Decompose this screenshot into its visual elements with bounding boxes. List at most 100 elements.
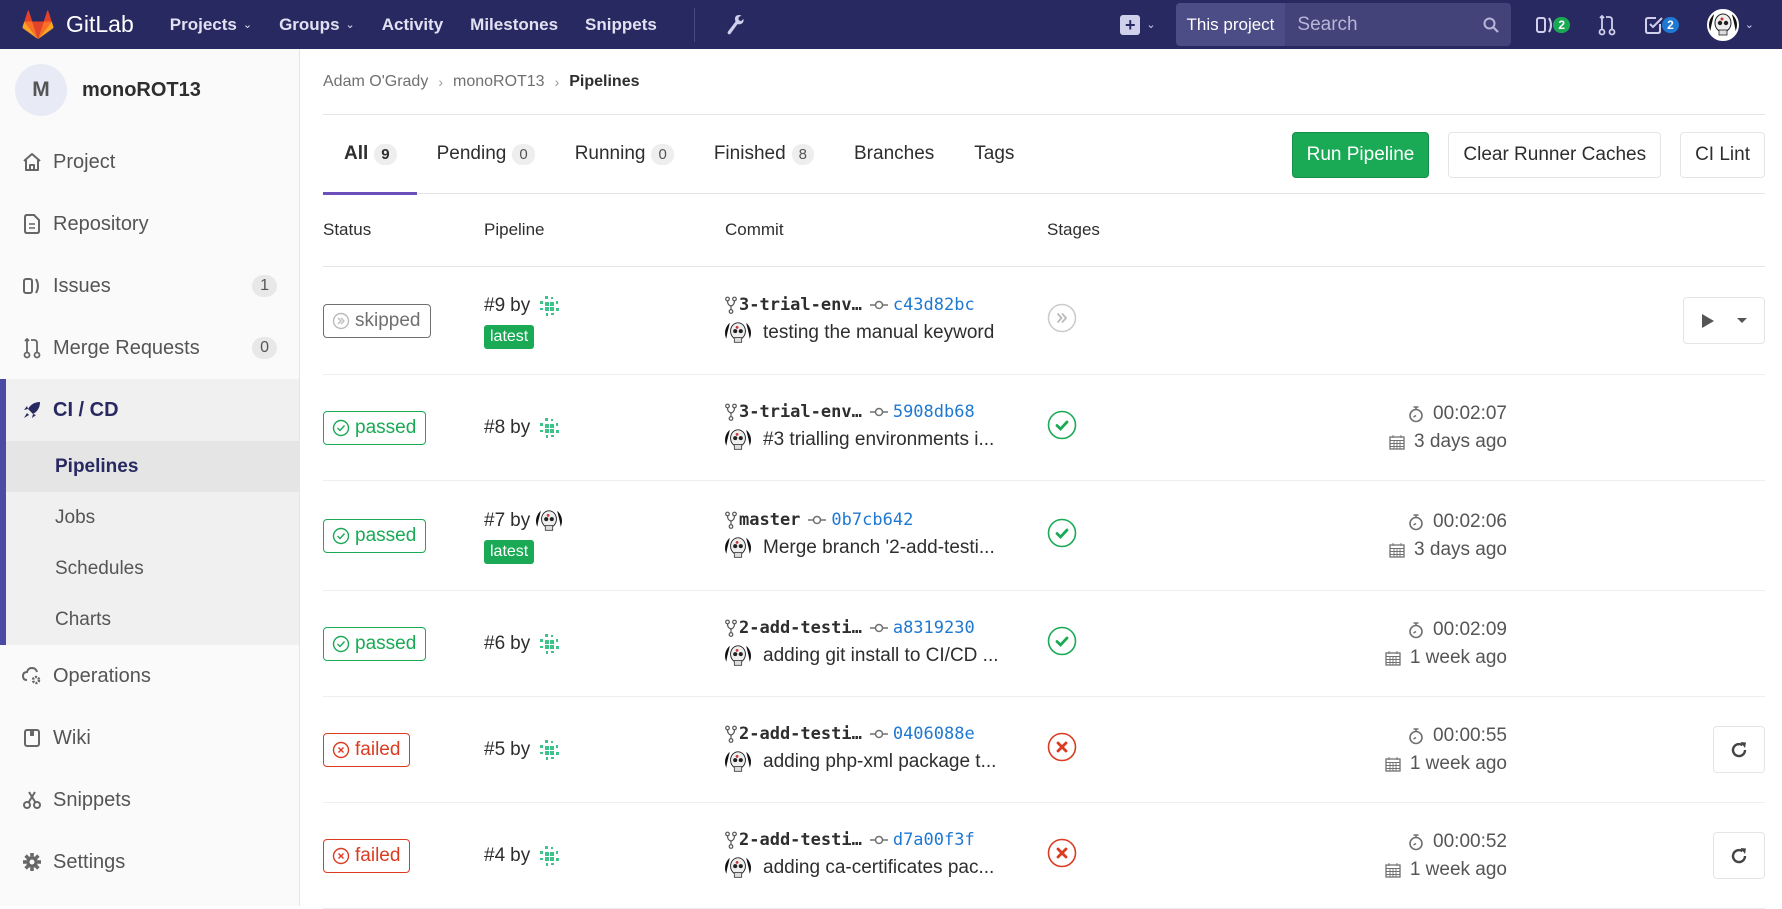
search-input[interactable] [1285,3,1472,46]
status-badge[interactable]: passed [323,410,427,445]
sidebar-item-project[interactable]: Project [0,131,299,193]
nav-issues-button[interactable]: 2 [1535,15,1571,35]
commit-sha-link[interactable]: c43d82bc [893,295,975,315]
stage-passed-icon[interactable] [1047,626,1077,656]
branch-link[interactable]: 3-trial-env… [739,402,862,422]
commit-title-link[interactable]: #3 trialling environments i... [763,429,994,451]
commit-author-avatar[interactable] [725,427,751,453]
branch-icon [725,403,737,421]
commit-author-avatar[interactable] [725,643,751,669]
tab-pending[interactable]: Pending 0 [417,115,555,194]
sidebar-item-wiki[interactable]: Wiki [0,707,299,769]
new-dropdown-button[interactable]: + ⌄ [1120,14,1156,35]
triggerer-avatar[interactable] [536,631,562,657]
run-pipeline-button[interactable]: Run Pipeline [1291,131,1430,178]
user-menu-button[interactable]: ⌄ [1706,8,1754,41]
stage-status-button[interactable] [1047,732,1077,766]
retry-pipeline-button[interactable] [1713,832,1765,879]
status-badge[interactable]: passed [323,518,427,553]
branch-link[interactable]: 2-add-testi… [739,724,862,744]
commit-title-link[interactable]: testing the manual keyword [763,322,994,344]
manual-actions-dropdown[interactable] [1683,297,1765,344]
triggerer-avatar[interactable] [536,293,562,319]
nav-snippets[interactable]: Snippets [585,15,657,35]
tab-all[interactable]: All 9 [323,115,417,195]
sidebar-item-settings[interactable]: Settings [0,831,299,893]
pipeline-id-link[interactable]: #4 [484,845,505,867]
sidebar-item-merge-requests[interactable]: Merge Requests 0 [0,317,299,379]
tab-branches[interactable]: Branches [834,115,954,194]
pipeline-id-link[interactable]: #9 [484,295,505,317]
commit-sha-link[interactable]: 5908db68 [893,402,975,422]
nav-milestones[interactable]: Milestones [470,15,558,35]
nav-merge-requests-button[interactable] [1598,14,1616,36]
commit-title-link[interactable]: adding php-xml package t... [763,751,996,773]
sidebar-item-issues[interactable]: Issues 1 [0,255,299,317]
triggerer-avatar[interactable] [536,415,562,441]
sidebar-item-snippets[interactable]: Snippets [0,769,299,831]
stage-status-button[interactable] [1047,626,1077,660]
commit-author-avatar[interactable] [725,749,751,775]
triggerer-avatar[interactable] [536,737,562,763]
commit-sha-link[interactable]: a8319230 [893,618,975,638]
triggerer-avatar[interactable] [536,507,563,534]
stage-passed-icon[interactable] [1047,410,1077,440]
stage-passed-icon[interactable] [1047,518,1077,548]
sidebar-subitem-pipelines[interactable]: Pipelines [6,441,299,492]
search-scope[interactable]: This project [1175,3,1286,46]
pipeline-id-link[interactable]: #8 [484,417,505,439]
commit-title-link[interactable]: adding git install to CI/CD ... [763,645,999,667]
pipeline-id-link[interactable]: #7 [484,510,505,532]
tab-running[interactable]: Running 0 [555,115,694,194]
sidebar-subitem-schedules[interactable]: Schedules [6,543,299,594]
nav-todos-button[interactable]: 2 [1644,15,1679,35]
gitlab-logo[interactable]: GitLab [22,9,134,40]
tab-tags[interactable]: Tags [954,115,1034,194]
branch-link[interactable]: 2-add-testi… [739,830,862,850]
nav-groups[interactable]: Groups ⌄ [279,15,355,35]
nav-activity[interactable]: Activity [382,15,443,35]
clear-runner-caches-button[interactable]: Clear Runner Caches [1448,131,1662,178]
branch-link[interactable]: master [739,510,800,530]
commit-title-link[interactable]: Merge branch '2-add-testi... [763,537,995,559]
stage-status-button[interactable] [1047,838,1077,872]
retry-pipeline-button[interactable] [1713,726,1765,773]
sidebar-subitem-charts[interactable]: Charts [6,594,299,645]
commit-author-avatar[interactable] [725,320,751,346]
stage-skipped-icon[interactable] [1047,303,1077,333]
stage-status-button[interactable] [1047,410,1077,444]
pipeline-id-link[interactable]: #5 [484,739,505,761]
sidebar-subitem-jobs[interactable]: Jobs [6,492,299,543]
commit-sha-link[interactable]: 0b7cb642 [831,510,913,530]
status-badge[interactable]: failed [323,838,411,873]
status-badge[interactable]: skipped [323,303,431,338]
breadcrumb-current[interactable]: Pipelines [569,73,639,91]
ci-lint-button[interactable]: CI Lint [1680,131,1765,178]
commit-sha-link[interactable]: d7a00f3f [893,830,975,850]
branch-link[interactable]: 3-trial-env… [739,295,862,315]
pipeline-id-link[interactable]: #6 [484,633,505,655]
commit-title-link[interactable]: adding ca-certificates pac... [763,857,994,879]
sidebar-item-repository[interactable]: Repository [0,193,299,255]
sidebar-item-operations[interactable]: Operations [0,645,299,707]
status-badge[interactable]: passed [323,626,427,661]
stage-status-button[interactable] [1047,518,1077,552]
sidebar-project-header[interactable]: M monoROT13 [0,49,299,131]
search-icon[interactable] [1471,3,1512,46]
breadcrumb-project[interactable]: monoROT13 [453,73,545,91]
breadcrumb-user[interactable]: Adam O'Grady [323,73,428,91]
admin-wrench-icon[interactable] [725,14,745,36]
sidebar-item-ci-cd[interactable]: CI / CD [6,379,299,441]
commit-sha-link[interactable]: 0406088e [893,724,975,744]
stage-failed-icon[interactable] [1047,732,1077,762]
tab-finished[interactable]: Finished 8 [694,115,834,194]
stage-status-button[interactable] [1047,303,1077,337]
triggerer-avatar[interactable] [536,843,562,869]
breadcrumb: Adam O'Grady › monoROT13 › Pipelines [323,49,1765,115]
stage-failed-icon[interactable] [1047,838,1077,868]
branch-link[interactable]: 2-add-testi… [739,618,862,638]
nav-projects[interactable]: Projects ⌄ [170,15,252,35]
commit-author-avatar[interactable] [725,855,751,881]
commit-author-avatar[interactable] [725,535,751,561]
status-badge[interactable]: failed [323,732,411,767]
